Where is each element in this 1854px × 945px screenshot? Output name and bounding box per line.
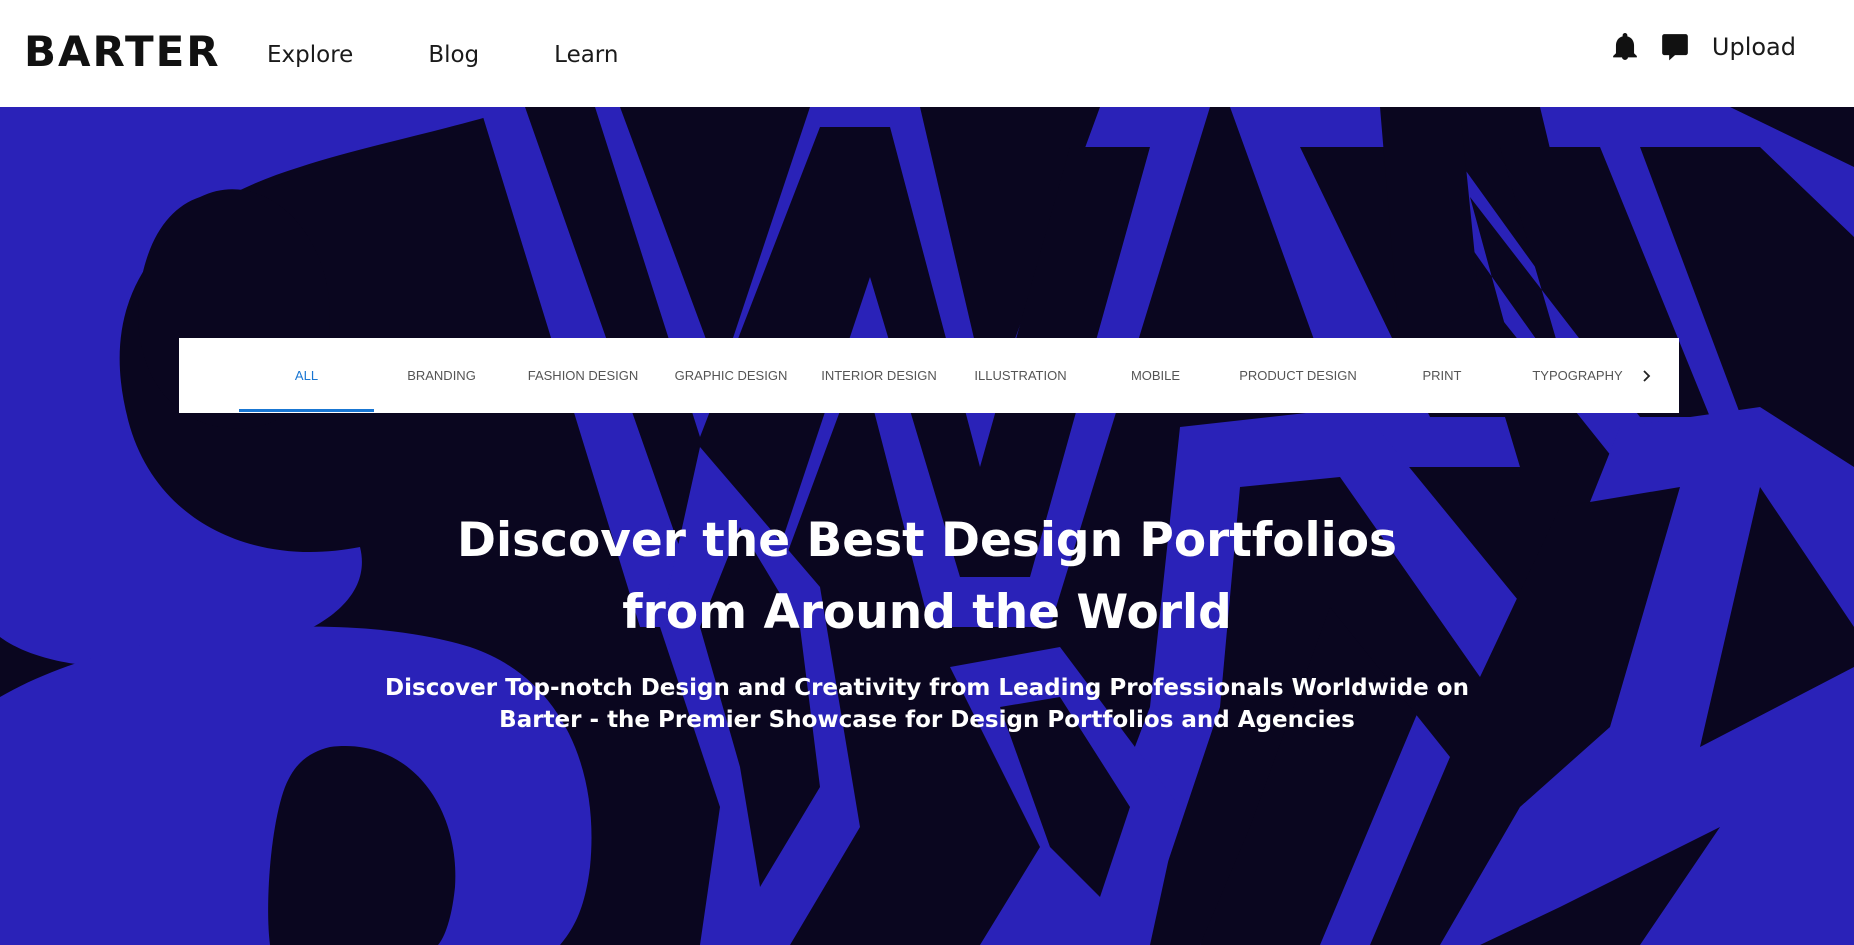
- hero-title-line: from Around the World: [622, 585, 1232, 640]
- tab-all[interactable]: ALL: [239, 338, 374, 413]
- tab-graphic-design[interactable]: GRAPHIC DESIGN: [657, 338, 805, 413]
- tab-print[interactable]: PRINT: [1373, 338, 1511, 413]
- logo[interactable]: BARTER: [24, 28, 221, 76]
- chat-icon[interactable]: [1658, 30, 1692, 64]
- category-tab-bar: ALL BRANDING FASHION DESIGN GRAPHIC DESI…: [179, 338, 1679, 413]
- hero-subtitle-line: Barter - the Premier Showcase for Design…: [499, 707, 1355, 733]
- tab-typography[interactable]: TYPOGRAPHY: [1511, 338, 1644, 413]
- tab-fashion-design[interactable]: FASHION DESIGN: [509, 338, 657, 413]
- nav-blog[interactable]: Blog: [428, 38, 479, 72]
- bell-icon[interactable]: [1608, 30, 1642, 64]
- tab-illustration[interactable]: ILLUSTRATION: [953, 338, 1088, 413]
- hero-title: Discover the Best Design Portfolios from…: [0, 505, 1854, 649]
- tab-mobile[interactable]: MOBILE: [1088, 338, 1223, 413]
- hero-subtitle: Discover Top-notch Design and Creativity…: [0, 672, 1854, 736]
- category-tabs: ALL BRANDING FASHION DESIGN GRAPHIC DESI…: [239, 338, 1644, 413]
- hero-subtitle-line: Discover Top-notch Design and Creativity…: [385, 675, 1469, 701]
- upload-button[interactable]: Upload: [1712, 30, 1796, 64]
- tab-interior-design[interactable]: INTERIOR DESIGN: [805, 338, 953, 413]
- nav-explore[interactable]: Explore: [267, 38, 353, 72]
- top-header: BARTER Explore Blog Learn Upload: [0, 0, 1854, 107]
- hero-title-line: Discover the Best Design Portfolios: [456, 513, 1398, 568]
- main-nav: Explore Blog Learn: [267, 38, 693, 72]
- nav-learn[interactable]: Learn: [554, 38, 618, 72]
- tab-product-design[interactable]: PRODUCT DESIGN: [1223, 338, 1373, 413]
- tab-branding[interactable]: BRANDING: [374, 338, 509, 413]
- header-actions: Upload: [1608, 30, 1796, 64]
- chevron-right-icon[interactable]: [1635, 338, 1659, 413]
- hero-section: ALL BRANDING FASHION DESIGN GRAPHIC DESI…: [0, 107, 1854, 945]
